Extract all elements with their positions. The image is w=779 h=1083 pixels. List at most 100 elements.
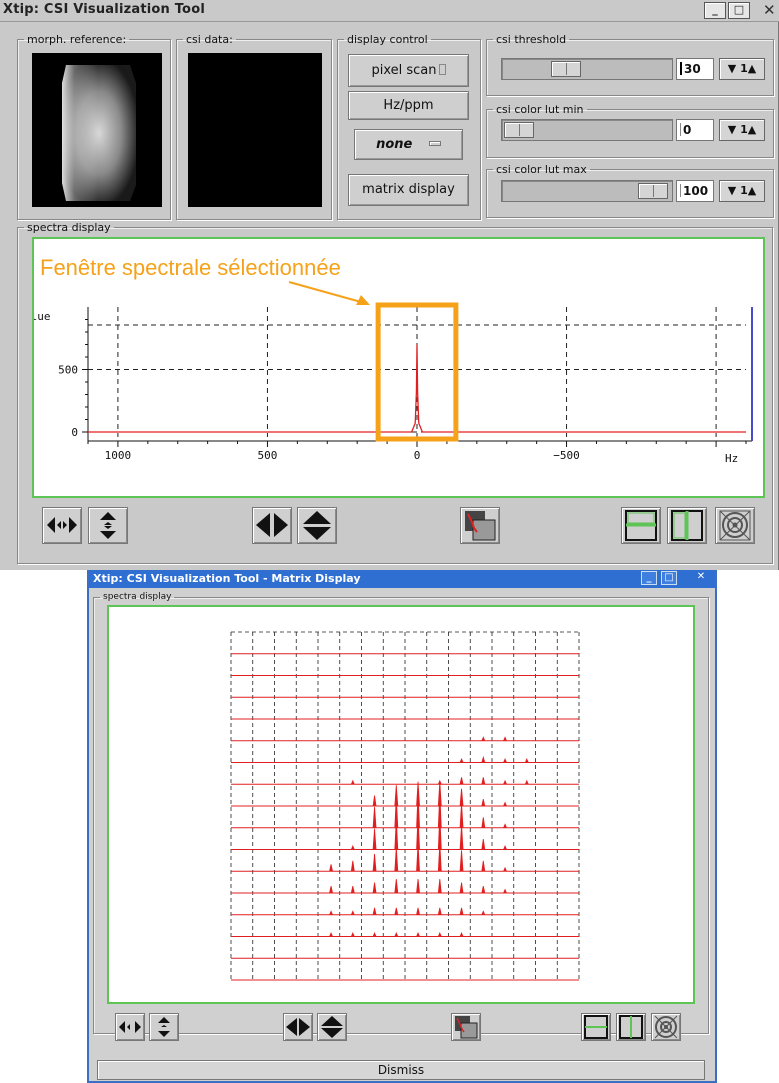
matrix-voxel-spectrum-peak xyxy=(329,932,333,937)
maximize-button[interactable]: □ xyxy=(728,2,750,19)
matrix-voxel-spectrum-peak xyxy=(459,777,464,785)
target-icon xyxy=(654,1015,678,1039)
matrix-voxel-spectrum-peak xyxy=(481,777,486,785)
matrix-voxel-spectrum-peak xyxy=(481,885,486,894)
csi-lut-min-slider[interactable] xyxy=(501,119,673,141)
matrix-voxel-spectrum-peak xyxy=(416,907,420,915)
vertical-arrows-icon xyxy=(158,1017,170,1037)
pixel-scan-label: pixel scan xyxy=(349,55,468,86)
morph-reference-image[interactable] xyxy=(32,53,162,207)
up-down-arrows-icon xyxy=(303,511,331,540)
matrix-display-label: matrix display xyxy=(362,182,455,197)
hz-ppm-button[interactable]: Hz/ppm xyxy=(348,91,469,120)
matrix-voxel-spectrum-peak xyxy=(372,853,377,872)
left-right-arrows-icon xyxy=(286,1018,310,1036)
matrix-vertical-pan-button[interactable] xyxy=(317,1013,347,1041)
matrix-voxel-spectrum-peak xyxy=(372,806,377,828)
matrix-voxel-spectrum-peak xyxy=(372,907,377,915)
spectrum-y-tick-label: 0 xyxy=(71,426,78,439)
text-cursor-icon xyxy=(680,184,681,197)
spectrum-axes: 0 500 1000 500 0 −500 xyxy=(58,302,753,462)
matrix-titlebar[interactable]: Xtip: CSI Visualization Tool - Matrix Di… xyxy=(89,570,715,588)
matrix-voxel-spectrum-peak xyxy=(459,907,464,915)
horizontal-pan-button[interactable] xyxy=(252,507,292,544)
csi-data-image[interactable] xyxy=(188,53,322,207)
csi-lut-min-slider-thumb[interactable] xyxy=(504,122,534,138)
matrix-voxel-spectrum-peak xyxy=(394,907,399,915)
vertical-pan-button[interactable] xyxy=(297,507,337,544)
matrix-voxel-spectrum-peak xyxy=(459,803,464,828)
matrix-vertical-zoom-button[interactable] xyxy=(149,1013,179,1041)
spectrum-plot[interactable]: Fenêtre spectrale sélectionnée 0 500 1000 5… xyxy=(24,239,763,496)
matrix-voxel-spectrum-peak xyxy=(503,801,507,807)
csi-lut-max-value-text: 100 xyxy=(683,184,709,198)
matrix-target-view-button[interactable] xyxy=(651,1013,681,1041)
matrix-spectra-display-legend: spectra display xyxy=(103,592,172,602)
annotation-arrow-line xyxy=(288,281,362,303)
matrix-spectra-grid[interactable] xyxy=(109,607,693,1002)
matrix-voxel-spectrum-peak xyxy=(481,817,486,828)
matrix-horizontal-pan-button[interactable] xyxy=(283,1013,313,1041)
spectrum-overlay-button[interactable] xyxy=(460,507,500,544)
matrix-voxel-spectrum-peak xyxy=(394,879,399,894)
csi-threshold-value-text: 30 xyxy=(684,62,701,76)
text-cursor-icon xyxy=(680,123,681,136)
vertical-split-button[interactable] xyxy=(667,507,707,544)
none-option-menu[interactable]: none xyxy=(354,129,463,160)
spectrum-overlay-icon xyxy=(465,511,496,541)
spectrum-y-tick-label: 500 xyxy=(58,364,78,377)
matrix-voxel-spectrum-peak xyxy=(394,846,399,872)
matrix-horizontal-zoom-button[interactable] xyxy=(115,1013,145,1041)
csi-threshold-stepper[interactable]: ▼ 1▲ xyxy=(719,58,765,80)
matrix-voxel-spectrum-peak xyxy=(503,845,507,850)
main-window: Xtip: CSI Visualization Tool _ □ ✕ morph… xyxy=(0,0,779,570)
main-window-title: Xtip: CSI Visualization Tool xyxy=(3,2,205,17)
matrix-plot-frame[interactable] xyxy=(107,605,695,1004)
csi-threshold-value[interactable]: 30 xyxy=(676,58,714,80)
target-view-button[interactable] xyxy=(715,507,755,544)
option-menu-indicator-icon xyxy=(428,141,441,146)
horizontal-arrows-icon xyxy=(47,517,77,533)
horizontal-split-button[interactable] xyxy=(621,507,661,544)
pixel-scan-button[interactable]: pixel scan xyxy=(348,54,469,87)
matrix-voxel-spectrum-peak xyxy=(372,795,377,807)
matrix-voxel-spectrum-peak xyxy=(481,860,486,872)
matrix-voxel-spectrum-peak xyxy=(481,736,486,741)
csi-lut-min-stepper[interactable]: ▼ 1▲ xyxy=(719,119,765,141)
matrix-voxel-spectrum-peak xyxy=(503,736,507,741)
matrix-voxel-spectrum-peak xyxy=(372,932,377,937)
csi-threshold-slider[interactable] xyxy=(501,58,673,80)
horizontal-zoom-button[interactable] xyxy=(42,507,82,544)
csi-threshold-slider-thumb[interactable] xyxy=(550,61,581,77)
matrix-maximize-button[interactable]: □ xyxy=(661,571,677,585)
csi-lut-min-value[interactable]: 0 xyxy=(676,119,714,141)
spectrum-plot-frame[interactable]: Fenêtre spectrale sélectionnée 0 500 1000 5… xyxy=(24,237,765,498)
matrix-voxel-spectrum-peak xyxy=(437,932,442,937)
matrix-horizontal-split-button[interactable] xyxy=(581,1013,611,1041)
csi-lut-max-slider-thumb[interactable] xyxy=(638,183,668,199)
morph-phantom-highlight xyxy=(62,65,98,201)
csi-lut-max-value[interactable]: 100 xyxy=(676,180,714,202)
matrix-voxel-spectrum-peak xyxy=(329,885,333,894)
dismiss-button[interactable]: Dismiss xyxy=(97,1060,705,1080)
vertical-zoom-button[interactable] xyxy=(88,507,128,544)
matrix-display-button[interactable]: matrix display xyxy=(348,174,469,206)
horizontal-split-icon xyxy=(625,510,657,541)
matrix-voxel-spectrum-peak xyxy=(329,910,333,915)
spectrum-overlay-icon xyxy=(455,1016,478,1039)
minimize-button[interactable]: _ xyxy=(704,2,726,19)
up-down-arrows-icon xyxy=(321,1016,343,1038)
matrix-vertical-split-button[interactable] xyxy=(616,1013,646,1041)
matrix-close-button[interactable]: ✕ xyxy=(693,571,709,585)
matrix-voxel-spectrum-peak xyxy=(503,888,507,894)
matrix-voxel-spectrum-peak xyxy=(459,932,464,937)
csi-lut-max-stepper[interactable]: ▼ 1▲ xyxy=(719,180,765,202)
morph-reference-legend: morph. reference: xyxy=(27,33,127,46)
matrix-minimize-button[interactable]: _ xyxy=(641,571,657,585)
matrix-voxel-spectrum-peak xyxy=(481,755,486,763)
main-titlebar[interactable]: Xtip: CSI Visualization Tool _ □ ✕ xyxy=(0,0,779,22)
csi-lut-max-slider[interactable] xyxy=(501,180,673,202)
spectrum-y-axis-label: alue xyxy=(34,310,51,323)
matrix-spectrum-overlay-button[interactable] xyxy=(451,1013,481,1041)
close-button[interactable]: ✕ xyxy=(763,1,776,19)
